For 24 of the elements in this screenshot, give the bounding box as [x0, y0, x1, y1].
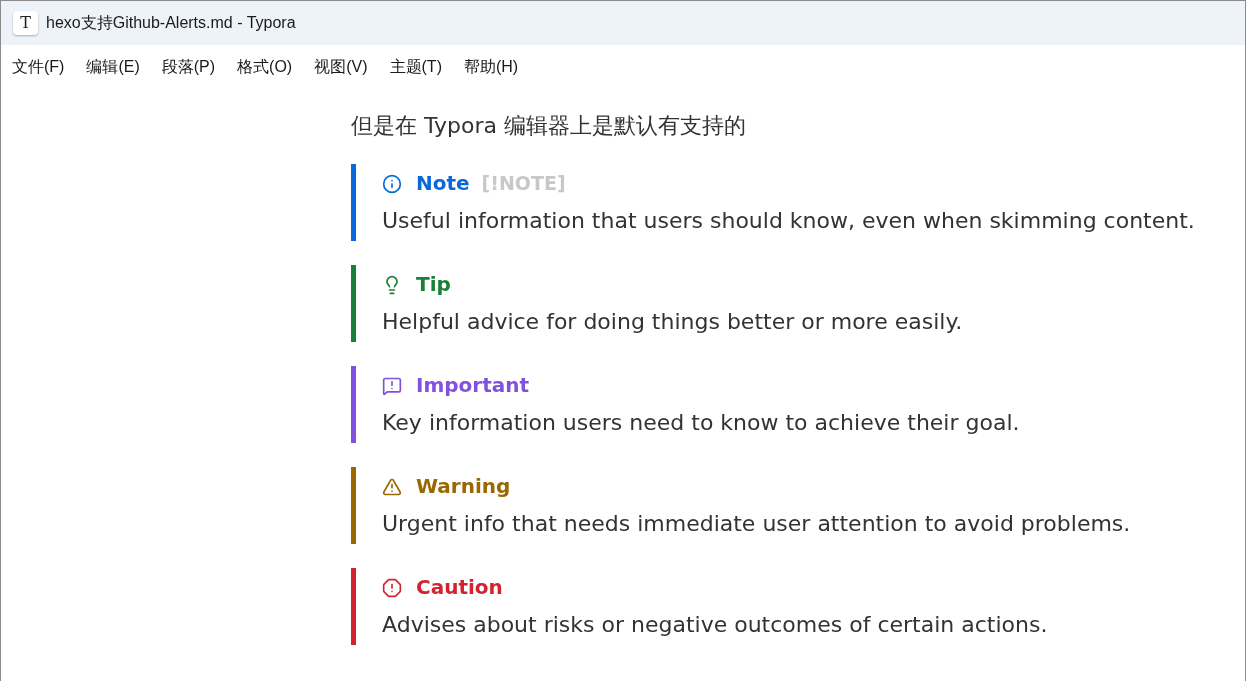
- menu-item[interactable]: 帮助(H): [456, 55, 526, 79]
- menu-item[interactable]: 视图(V): [307, 55, 375, 79]
- alert-text: Useful information that users should know, even when skimming content.: [382, 207, 1196, 235]
- alert-text: Key information users need to know to achieve their goal.: [382, 409, 1021, 437]
- app-logo: T: [13, 11, 38, 35]
- alert-title: Tip: [416, 271, 451, 298]
- menu-item[interactable]: 编辑(E): [79, 55, 147, 79]
- speech-bubble-exclamation-icon: [382, 375, 402, 396]
- alert-title: Warning: [416, 473, 511, 500]
- warning-icon: [382, 476, 402, 497]
- alert-text: Helpful advice for doing things better or more easily.: [382, 308, 964, 336]
- menu-item[interactable]: 文件(F): [5, 55, 72, 79]
- menu-item[interactable]: 主题(T): [382, 55, 449, 79]
- window-title: hexo支持Github-Alerts.md - Typora: [46, 13, 296, 33]
- alert-title: Important: [416, 372, 530, 399]
- alert-text: Advises about risks or negative outcomes of certain actions.: [382, 611, 1049, 639]
- alert-title: Note: [416, 170, 470, 197]
- menu-item[interactable]: 格式(O): [230, 55, 300, 79]
- alert-title: Caution: [416, 574, 503, 601]
- paragraph-text: 但是在 Typora 编辑器上是默认有支持的: [351, 112, 747, 140]
- info-icon: [382, 173, 402, 194]
- menu-item[interactable]: 段落(P): [154, 55, 223, 79]
- octagon-exclamation-icon: [382, 577, 402, 598]
- alert-text: Urgent info that needs immediate user attention to avoid problems.: [382, 510, 1132, 538]
